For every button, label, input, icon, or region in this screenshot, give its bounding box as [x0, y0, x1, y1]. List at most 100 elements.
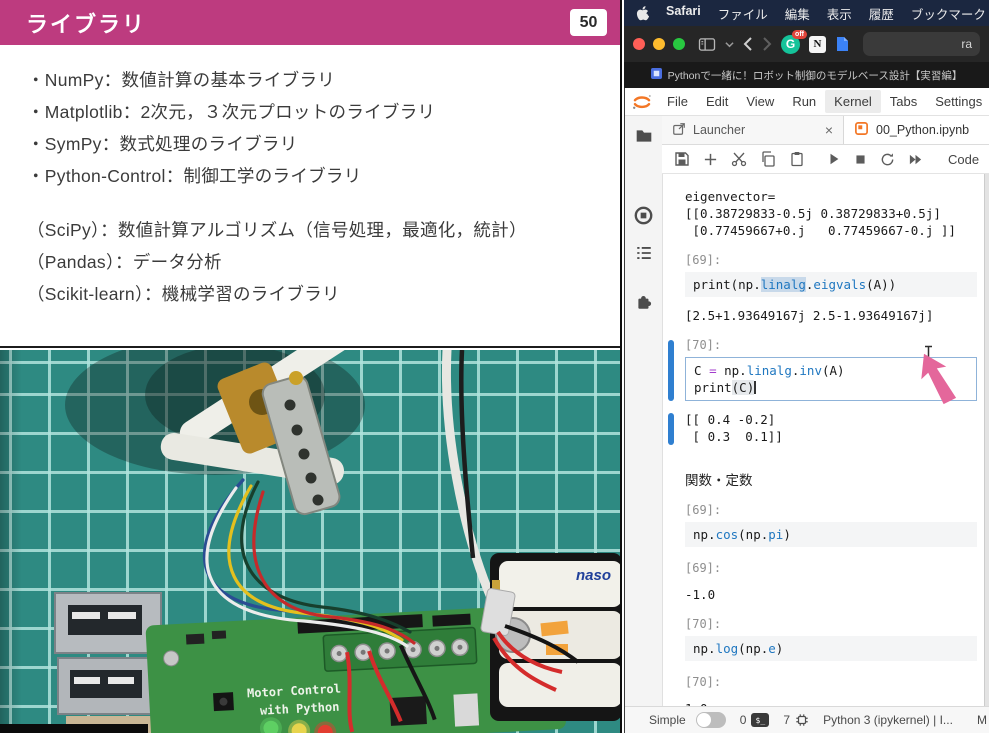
address-bar[interactable]: ra — [863, 32, 980, 56]
cell-output: eigenvector= [[0.38729833-0.5j 0.3872983… — [685, 188, 977, 239]
jlab-menu-kernel[interactable]: Kernel — [825, 90, 881, 113]
slide-paren-item: （Pandas）：データ分析 — [27, 252, 604, 272]
battery-pack: naso — [490, 553, 620, 721]
code-cell[interactable]: np.log(np.e) — [685, 636, 977, 661]
terminal-icon: $_ — [751, 713, 769, 727]
jupyter-logo-icon — [630, 90, 654, 114]
macos-menu-4[interactable]: 表示 — [827, 4, 852, 23]
toc-icon[interactable] — [635, 244, 653, 267]
slide-bullet: ・NumPy：数値計算の基本ライブラリ — [27, 70, 604, 90]
sidebar-toggle-icon[interactable] — [698, 37, 716, 52]
macos-menu-6[interactable]: ブックマーク — [911, 4, 986, 23]
camera-photo: Motor Control with Python — [0, 350, 620, 733]
simple-mode-toggle[interactable] — [696, 712, 726, 728]
cell-output: [[ 0.4 -0.2] [ 0.3 0.1]] — [685, 411, 977, 445]
notebook-icon — [854, 121, 869, 139]
minimize-window-button[interactable] — [653, 38, 665, 50]
address-text: ra — [961, 37, 972, 51]
kernels-count: 7 — [783, 713, 790, 727]
notebook-cells: eigenvector= [[0.38729833-0.5j 0.3872983… — [662, 174, 985, 706]
cell-type-dropdown[interactable]: Code — [948, 152, 989, 167]
screen: ライブラリ 50 ・NumPy：数値計算の基本ライブラリ・Matplotlib：… — [0, 0, 989, 733]
copy-button[interactable] — [760, 151, 776, 167]
battery-brand-label: naso — [576, 567, 611, 584]
jlab-menu-settings[interactable]: Settings — [926, 90, 989, 113]
jlab-menu-tabs[interactable]: Tabs — [881, 90, 926, 113]
slide-bullet: ・Matplotlib：2次元，３次元プロットのライブラリ — [27, 102, 604, 122]
tab-launcher[interactable]: Launcher × — [662, 116, 844, 144]
slide-page-number: 50 — [570, 9, 607, 36]
launcher-icon — [672, 122, 686, 139]
close-tab-icon[interactable]: × — [825, 122, 833, 138]
slide-body: ・NumPy：数値計算の基本ライブラリ・Matplotlib：2次元，３次元プロ… — [0, 45, 620, 304]
slide-header: ライブラリ 50 — [0, 0, 620, 45]
document-extension-icon[interactable] — [835, 36, 850, 52]
jlab-menu-run[interactable]: Run — [783, 90, 825, 113]
safari-tab-title: Pythonで一緒に！ロボット制御のモデルベース設計【実習編】 — [668, 68, 963, 83]
activity-bar — [625, 116, 663, 706]
slide-paren-item: （SciPy）：数値計算アルゴリズム（信号処理，最適化，統計） — [27, 220, 604, 240]
document-tab-bar: Launcher × 00_Python.ipynb — [662, 116, 989, 145]
code-cell[interactable]: np.cos(np.pi) — [685, 522, 977, 547]
cell-type-value: Code — [948, 152, 979, 167]
jlab-menu-view[interactable]: View — [737, 90, 783, 113]
save-button[interactable] — [674, 151, 690, 167]
files-icon[interactable] — [635, 127, 653, 150]
extensions-icon[interactable] — [635, 293, 653, 316]
grammarly-off-badge: off — [792, 30, 807, 39]
markdown-cell[interactable]: 関数・定数 — [685, 469, 977, 489]
jlab-menu-edit[interactable]: Edit — [697, 90, 737, 113]
tab-notebook-label: 00_Python.ipynb — [876, 123, 969, 137]
fast-forward-button[interactable] — [908, 152, 923, 167]
grammarly-letter: G — [786, 37, 795, 51]
kernel-chip-icon — [795, 713, 809, 727]
cell-prompt: [70]: — [685, 675, 977, 690]
terminals-count: 0 — [740, 713, 747, 727]
notion-extension-icon[interactable]: N — [809, 36, 826, 53]
forward-button[interactable] — [762, 36, 772, 52]
code-cell[interactable]: print(np.linalg.eigvals(A)) — [685, 272, 977, 297]
kernel-status-label[interactable]: Python 3 (ipykernel) | I... — [823, 713, 953, 727]
slide-bullet: ・SymPy：数式処理のライブラリ — [27, 134, 604, 154]
tab-launcher-label: Launcher — [693, 123, 745, 137]
back-button[interactable] — [743, 36, 753, 52]
cell-prompt: [69]: — [685, 503, 977, 518]
statusbar-right-truncated: M — [977, 713, 987, 727]
macos-menu-2[interactable]: ファイル — [718, 4, 768, 23]
cell-output: -1.0 — [685, 586, 977, 603]
tab-favicon — [651, 68, 662, 82]
photo-illustration: Motor Control with Python — [0, 350, 620, 733]
presentation-slide: ライブラリ 50 ・NumPy：数値計算の基本ライブラリ・Matplotlib：… — [0, 0, 620, 348]
macos-menu-1[interactable]: Safari — [666, 4, 701, 23]
cell-prompt: [69]: — [685, 253, 977, 268]
cell-prompt: [69]: — [685, 561, 977, 576]
run-button[interactable] — [827, 152, 841, 166]
paste-button[interactable] — [789, 151, 805, 167]
cut-button[interactable] — [731, 151, 747, 167]
left-pane: ライブラリ 50 ・NumPy：数値計算の基本ライブラリ・Matplotlib：… — [0, 0, 622, 733]
scrollbar[interactable] — [984, 174, 989, 706]
safari-toolbar: G off N ra — [624, 26, 989, 62]
window-controls[interactable] — [633, 38, 685, 50]
macos-menu-5[interactable]: 履歴 — [869, 4, 894, 23]
cell-output: [2.5+1.93649167j 2.5-1.93649167j] — [685, 307, 977, 324]
slide-paren-item: （Scikit-learn）：機械学習のライブラリ — [27, 284, 604, 304]
safari-tab-bar[interactable]: Pythonで一緒に！ロボット制御のモデルベース設計【実習編】 — [624, 62, 989, 88]
slide-title: ライブラリ — [26, 7, 146, 39]
grammarly-extension-icon[interactable]: G off — [781, 35, 800, 54]
running-icon[interactable] — [634, 206, 653, 230]
notebook-toolbar: Code — [662, 145, 989, 174]
white-cable — [446, 350, 492, 600]
close-window-button[interactable] — [633, 38, 645, 50]
cell-prompt: [70]: — [685, 617, 977, 632]
tab-notebook[interactable]: 00_Python.ipynb — [844, 116, 989, 144]
sidebar-chevron-icon[interactable] — [725, 40, 734, 49]
zoom-window-button[interactable] — [673, 38, 685, 50]
add-button[interactable] — [703, 152, 718, 167]
apple-menu-icon[interactable] — [636, 6, 649, 21]
macos-menu-3[interactable]: 編集 — [785, 4, 810, 23]
restart-button[interactable] — [880, 152, 895, 167]
stop-button[interactable] — [854, 153, 867, 166]
macos-menubar: Safariファイル編集表示履歴ブックマーク開発ウイン — [624, 0, 989, 26]
jlab-menu-file[interactable]: File — [658, 90, 697, 113]
